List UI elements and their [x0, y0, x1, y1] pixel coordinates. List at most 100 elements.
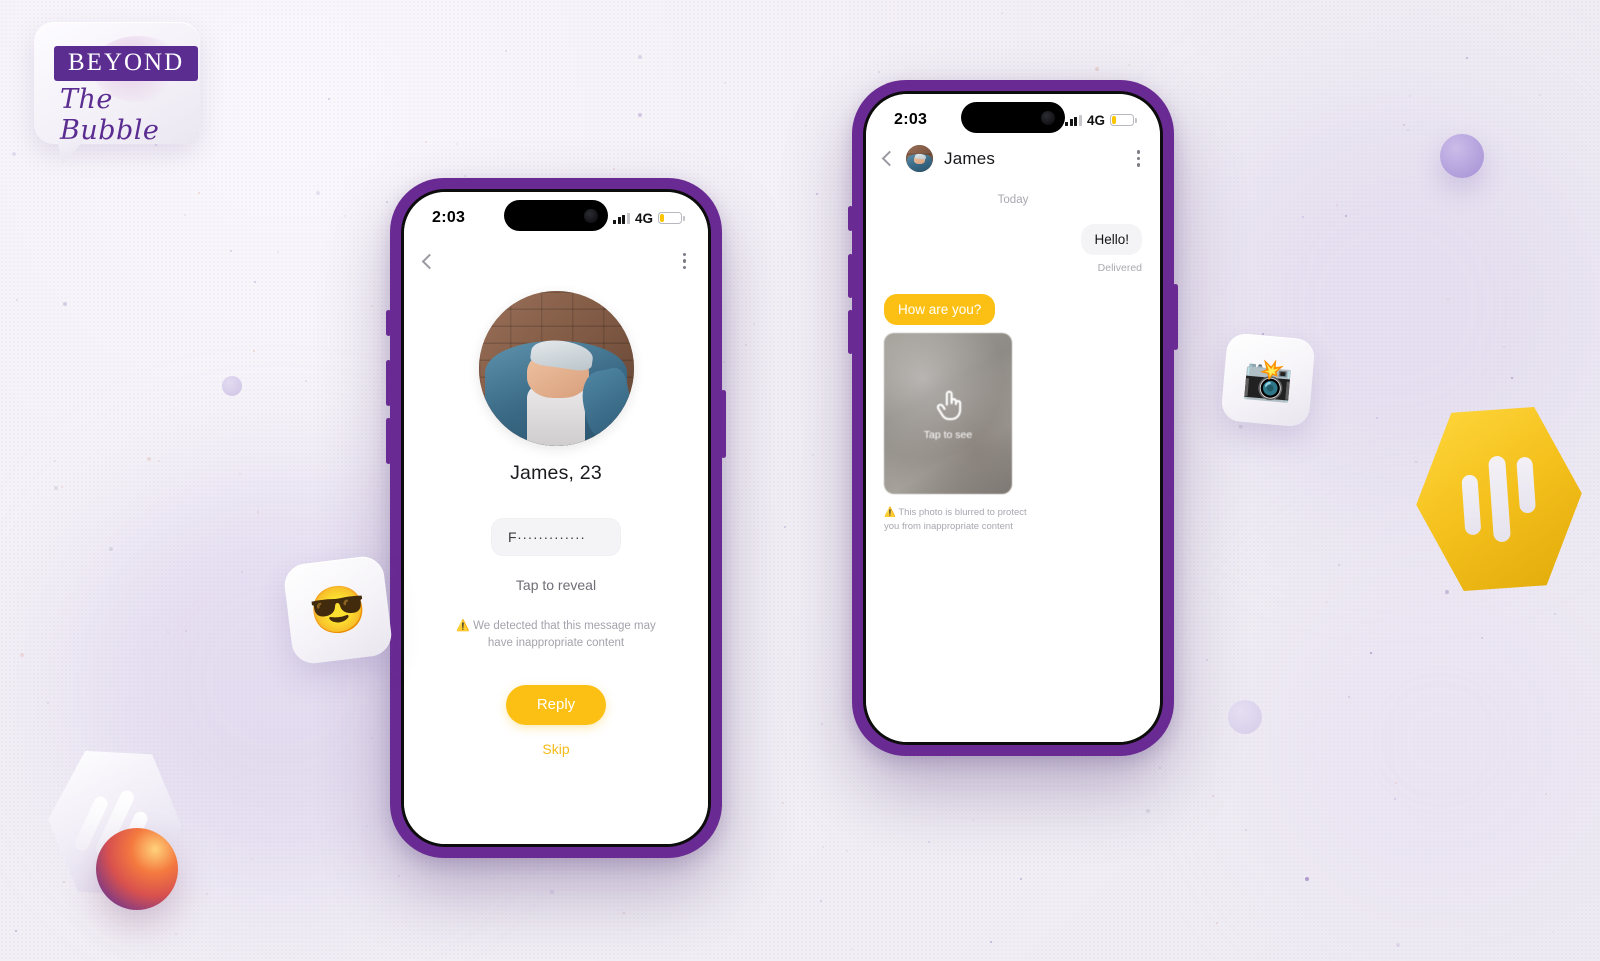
chat-header: James: [866, 140, 1160, 182]
speckle-dot: [877, 71, 880, 74]
power-button[interactable]: [721, 390, 726, 458]
speckle-dot: [250, 857, 253, 860]
speckle-dot: [1211, 795, 1214, 798]
tap-to-see-label: Tap to see: [923, 428, 973, 441]
power-button[interactable]: [1173, 284, 1178, 350]
chevron-left-icon[interactable]: [421, 253, 438, 269]
decor-sphere-purple: [1440, 134, 1484, 178]
battery-level: [1112, 116, 1117, 124]
hex-slot: [1516, 457, 1536, 514]
chevron-left-icon[interactable]: [881, 150, 898, 167]
logo-script: The Bubble: [60, 84, 160, 146]
status-indicators: 4G: [1065, 112, 1137, 128]
speckle-dot: [257, 511, 259, 514]
speckle-dot: [1261, 332, 1264, 335]
photo-warning-text: This photo is blurred to protect you fro…: [884, 507, 1027, 533]
status-time: 2:03: [894, 111, 928, 128]
more-vertical-icon[interactable]: [682, 252, 686, 270]
masked-message-pill[interactable]: F·············: [491, 518, 621, 556]
speckle-dot: [1395, 942, 1400, 947]
speckle-dot: [1444, 589, 1449, 594]
decor-tile-sunglasses: 😎: [282, 554, 394, 666]
screen-right: 2:03 4G James Today Hello! Delivered How…: [866, 94, 1160, 742]
decor-sphere-gradient: [96, 828, 178, 910]
speckle-dot: [1205, 658, 1208, 661]
volume-down-button[interactable]: [848, 310, 853, 354]
speckle-dot: [804, 125, 807, 128]
speckle-dot: [1019, 878, 1022, 881]
speckle-dot: [744, 343, 747, 346]
background-stage: [0, 0, 1600, 961]
decor-tile-camera: 📸: [1220, 332, 1316, 428]
avatar-person: [906, 152, 933, 172]
avatar-person: [479, 336, 634, 446]
speckle-dot: [464, 174, 467, 177]
contact-name: James: [944, 148, 996, 168]
message-bubble-incoming[interactable]: How are you?: [884, 294, 996, 325]
speckle-dot: [15, 929, 18, 932]
logo-wordmark: BEYOND: [54, 46, 199, 81]
volume-up-button[interactable]: [386, 360, 391, 406]
message-row-outgoing: Hello! Delivered: [884, 224, 1142, 274]
silent-switch[interactable]: [848, 206, 853, 231]
speckle-dot: [1348, 695, 1351, 698]
speckle-dot: [316, 190, 321, 195]
speckle-dot: [637, 54, 642, 59]
screen-left: 2:03 4G James, 23 F············· Tap to …: [404, 192, 708, 844]
contact-avatar[interactable]: [906, 145, 933, 172]
speckle-dot: [1538, 93, 1541, 96]
more-vertical-icon[interactable]: [1136, 150, 1140, 167]
speckle-dot: [371, 304, 373, 307]
tap-hand-icon: [936, 390, 962, 420]
speckle-dot: [370, 737, 373, 740]
blurred-photo-attachment[interactable]: Tap to see: [884, 333, 1012, 494]
speckle-dot: [158, 459, 161, 462]
signal-bars-icon: [1065, 114, 1082, 126]
speckle-dot: [637, 113, 642, 118]
status-bar: 2:03 4G: [404, 192, 708, 238]
dynamic-island: [961, 102, 1065, 133]
decor-sphere-small: [1228, 700, 1262, 734]
app-nav-bar: [404, 238, 708, 278]
speckle-dot: [305, 379, 308, 382]
decor-sphere-tiny: [222, 376, 242, 396]
day-divider: Today: [997, 194, 1029, 206]
battery-level: [660, 214, 665, 222]
speckle-dot: [851, 947, 854, 950]
speckle-dot: [1094, 67, 1099, 72]
profile-avatar: [478, 291, 634, 446]
battery-icon: [658, 212, 685, 224]
content-warning-text: We detected that this message may have i…: [473, 620, 656, 649]
speckle-dot: [1510, 377, 1513, 380]
skip-button[interactable]: Skip: [542, 741, 569, 757]
warning-triangle-icon: ⚠️: [456, 620, 470, 632]
network-label: 4G: [1086, 112, 1105, 128]
speckle-dot: [1239, 424, 1242, 427]
content-warning: ⚠️ We detected that this message may hav…: [450, 618, 662, 652]
status-time: 2:03: [432, 209, 466, 226]
speckle-dot: [205, 892, 208, 895]
speckle-dot: [1369, 651, 1372, 654]
speckle-dot: [229, 249, 232, 252]
reply-button[interactable]: Reply: [506, 684, 606, 725]
silent-switch[interactable]: [386, 310, 391, 336]
message-bubble-outgoing[interactable]: Hello!: [1081, 224, 1142, 255]
hex-slot: [1488, 456, 1511, 543]
chat-thread: Today Hello! Delivered How are you? Tap …: [866, 182, 1160, 535]
status-bar: 2:03 4G: [866, 94, 1160, 140]
dynamic-island: [504, 200, 608, 231]
speckle-dot: [1215, 921, 1218, 924]
signal-bars-icon: [613, 212, 630, 224]
camera-flash-emoji-icon: 📸: [1241, 355, 1295, 405]
phone-body: 2:03 4G James Today Hello! Delivered How…: [863, 91, 1163, 745]
warning-triangle-icon: ⚠️: [884, 507, 896, 518]
phone-mockup-right: 2:03 4G James Today Hello! Delivered How…: [848, 80, 1178, 756]
volume-down-button[interactable]: [386, 418, 391, 464]
speckle-dot: [19, 653, 24, 658]
volume-up-button[interactable]: [848, 254, 853, 298]
speckle-dot: [1446, 297, 1449, 300]
speckle-dot: [815, 193, 818, 196]
tap-to-reveal-label[interactable]: Tap to reveal: [404, 577, 708, 593]
battery-icon: [1110, 114, 1137, 126]
photo-warning: ⚠️ This photo is blurred to protect you …: [884, 506, 1034, 535]
